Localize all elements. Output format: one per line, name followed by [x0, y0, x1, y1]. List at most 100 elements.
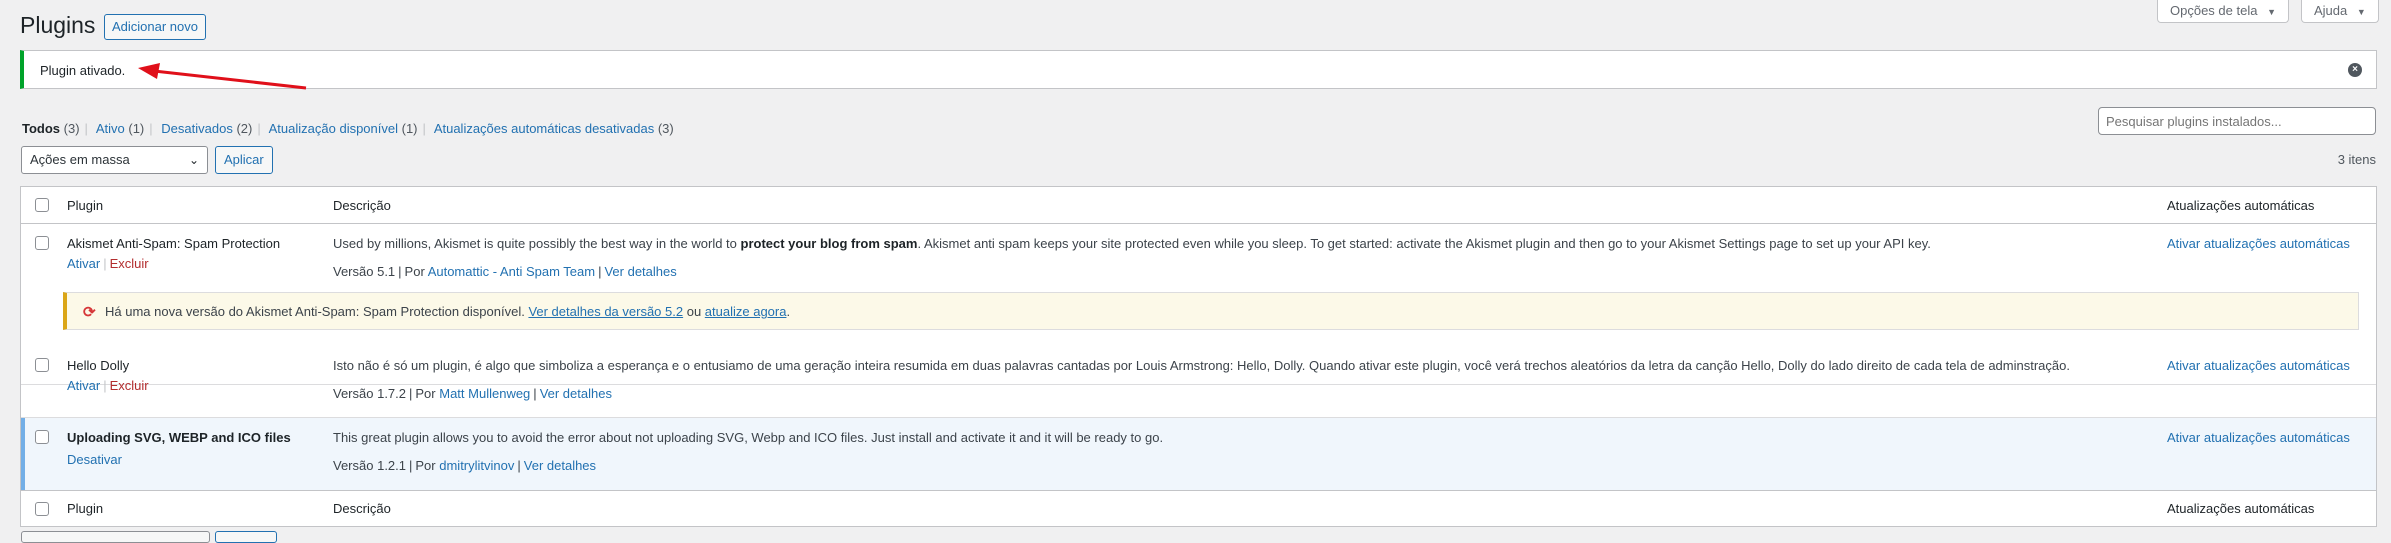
add-new-button[interactable]: Adicionar novo — [104, 14, 206, 40]
plugin-name: Hello Dolly — [67, 358, 130, 373]
activate-link[interactable]: Ativar — [67, 378, 100, 393]
delete-link[interactable]: Excluir — [110, 378, 149, 393]
meta-separator: | — [533, 386, 537, 401]
description-emphasis: protect your blog from spam — [740, 236, 918, 251]
filter-count: (2) — [236, 121, 253, 136]
plugin-search-input[interactable] — [2098, 107, 2376, 135]
annotation-arrow-icon — [138, 63, 307, 90]
update-icon: ⟳ — [83, 304, 96, 321]
select-all-checkbox[interactable] — [35, 502, 49, 516]
meta-separator: | — [409, 458, 413, 473]
plugin-status-filters: Todos (3) | Ativo (1) | Desativados (2) | A… — [22, 121, 674, 136]
update-text: . — [786, 304, 791, 319]
table-row: Hello Dolly Ativar | Excluir Isto não é só… — [21, 346, 2376, 418]
meta-separator: | — [398, 264, 402, 279]
page-title: Plugins — [20, 12, 96, 38]
filter-count: (3) — [63, 121, 80, 136]
update-text: ou — [683, 304, 705, 319]
help-label: Ajuda — [2314, 3, 2348, 18]
plugin-description: This great plugin allows you to avoid th… — [333, 430, 1164, 445]
plugins-table: Plugin Descrição Atualizações automática… — [20, 186, 2377, 527]
update-notice-text: Há uma nova versão do Akismet Anti-Spam:… — [105, 304, 790, 319]
view-version-details-link[interactable]: Ver detalhes da versão 5.2 — [528, 304, 683, 319]
details-link[interactable]: Ver detalhes — [540, 386, 612, 401]
column-plugin: Plugin — [67, 198, 104, 213]
meta-separator: | — [409, 386, 413, 401]
notice-text: Plugin ativado. — [40, 63, 126, 78]
column-description: Descrição — [333, 198, 391, 213]
filter-separator: | — [422, 121, 426, 136]
action-separator: | — [103, 256, 107, 271]
details-link[interactable]: Ver detalhes — [524, 458, 596, 473]
row-checkbox[interactable] — [35, 236, 49, 250]
description-text: . Akismet anti spam keeps your site prot… — [917, 236, 1931, 251]
plugin-description: Used by millions, Akismet is quite possi… — [333, 236, 2173, 251]
enable-auto-updates-link[interactable]: Ativar atualizações automáticas — [2167, 430, 2350, 445]
details-link[interactable]: Ver detalhes — [604, 264, 676, 279]
column-auto-updates: Atualizações automáticas — [2167, 198, 2315, 213]
enable-auto-updates-link[interactable]: Ativar atualizações automáticas — [2167, 236, 2350, 251]
plugin-version: Versão 5.1 — [333, 264, 396, 279]
delete-link[interactable]: Excluir — [110, 256, 149, 271]
filter-count: (1) — [128, 121, 145, 136]
table-footer: Plugin Descrição Atualizações automática… — [21, 490, 2376, 526]
filter-all[interactable]: Todos — [22, 121, 60, 136]
screen-options-label: Opções de tela — [2170, 3, 2258, 18]
caret-down-icon: ▼ — [2267, 7, 2276, 17]
filter-count: (3) — [657, 121, 674, 136]
filter-separator: | — [149, 121, 153, 136]
author-link[interactable]: dmitrylitvinov — [439, 458, 514, 473]
plugin-name: Akismet Anti-Spam: Spam Protection — [67, 236, 281, 251]
column-description: Descrição — [333, 501, 391, 516]
row-actions: Desativar — [67, 452, 122, 467]
screen-options-button[interactable]: Opções de tela ▼ — [2157, 0, 2289, 23]
bulk-actions-select[interactable]: Ações em massa ⌄ — [21, 146, 208, 174]
filter-inactive[interactable]: Desativados — [161, 121, 233, 136]
plugin-meta: Versão 1.2.1 | Por dmitrylitvinov | Ver deta… — [333, 458, 596, 473]
activate-link[interactable]: Ativar — [67, 256, 100, 271]
author-link[interactable]: Matt Mullenweg — [439, 386, 530, 401]
filter-separator: | — [257, 121, 261, 136]
help-button[interactable]: Ajuda ▼ — [2301, 0, 2379, 23]
update-text: Há uma nova versão do Akismet Anti-Spam:… — [105, 304, 529, 319]
items-count: 3 itens — [2337, 152, 2376, 167]
bulk-actions-selected: Ações em massa — [30, 152, 130, 167]
filter-separator: | — [84, 121, 88, 136]
select-all-checkbox[interactable] — [35, 198, 49, 212]
filter-count: (1) — [401, 121, 418, 136]
filter-active[interactable]: Ativo — [96, 121, 125, 136]
author-link[interactable]: Automattic - Anti Spam Team — [428, 264, 595, 279]
plugin-version: Versão 1.7.2 — [333, 386, 406, 401]
column-auto-updates: Atualizações automáticas — [2167, 501, 2315, 516]
dismiss-icon[interactable]: × — [2348, 63, 2362, 77]
plugin-version: Versão 1.2.1 — [333, 458, 406, 473]
bottom-bulk-actions-select[interactable] — [21, 531, 210, 543]
update-notice: ⟳ Há uma nova versão do Akismet Anti-Spa… — [63, 292, 2359, 330]
activation-notice: Plugin ativado. × — [20, 50, 2377, 89]
chevron-down-icon: ⌄ — [188, 153, 199, 167]
bottom-apply-button[interactable] — [215, 531, 277, 543]
row-actions: Ativar | Excluir — [67, 256, 149, 271]
column-plugin: Plugin — [67, 501, 104, 516]
deactivate-link[interactable]: Desativar — [67, 452, 122, 467]
by-label: Por — [415, 386, 436, 401]
by-label: Por — [404, 264, 425, 279]
enable-auto-updates-link[interactable]: Ativar atualizações automáticas — [2167, 358, 2350, 373]
apply-button[interactable]: Aplicar — [215, 146, 273, 174]
table-header: Plugin Descrição Atualizações automática… — [21, 187, 2376, 224]
plugin-description: Isto não é só um plugin, é algo que simb… — [333, 358, 2070, 373]
row-checkbox[interactable] — [35, 430, 49, 444]
by-label: Por — [415, 458, 436, 473]
filter-update-available[interactable]: Atualização disponível — [269, 121, 398, 136]
row-actions: Ativar | Excluir — [67, 378, 149, 393]
filter-auto-updates-disabled[interactable]: Atualizações automáticas desativadas — [434, 121, 654, 136]
update-now-link[interactable]: atualize agora — [705, 304, 787, 319]
caret-down-icon: ▼ — [2356, 7, 2366, 17]
plugin-name: Uploading SVG, WEBP and ICO files — [67, 430, 291, 445]
description-text: Used by millions, Akismet is quite possi… — [333, 236, 741, 251]
table-row: Uploading SVG, WEBP and ICO files Desati… — [21, 418, 2376, 490]
plugin-meta: Versão 1.7.2 | Por Matt Mullenweg | Ver deta… — [333, 386, 612, 401]
meta-separator: | — [517, 458, 521, 473]
action-separator: | — [103, 378, 107, 393]
row-checkbox[interactable] — [35, 358, 49, 372]
